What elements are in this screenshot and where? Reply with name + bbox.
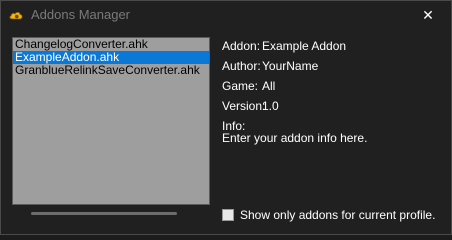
- game-value: All: [262, 79, 276, 93]
- close-button[interactable]: ✕: [405, 1, 451, 30]
- addons-list[interactable]: ChangelogConverter.ahk ExampleAddon.ahk Gr…: [12, 37, 210, 215]
- addon-name-value: Example Addon: [262, 39, 347, 53]
- version-label: Version:: [222, 99, 266, 113]
- info-value: Enter your addon info here.: [222, 131, 368, 145]
- author-label: Author:: [222, 59, 261, 73]
- cloud-icon: [9, 11, 23, 20]
- horizontal-scrollbar[interactable]: [31, 212, 177, 215]
- close-icon: ✕: [422, 7, 434, 23]
- addon-name-label: Addon:: [222, 39, 261, 53]
- addons-manager-window: Addons Manager ✕ ChangelogConverter.ahk E…: [0, 0, 452, 235]
- profile-filter-label[interactable]: Show only addons for current profile.: [240, 208, 435, 222]
- version-value: 1.0: [262, 99, 279, 113]
- title-bar[interactable]: Addons Manager ✕: [1, 1, 451, 30]
- list-item[interactable]: GranblueRelinkSaveConverter.ahk: [13, 64, 209, 77]
- author-value: YourName: [262, 59, 319, 73]
- profile-filter-checkbox[interactable]: [222, 209, 234, 221]
- game-label: Game:: [222, 79, 259, 93]
- window-title: Addons Manager: [31, 7, 131, 22]
